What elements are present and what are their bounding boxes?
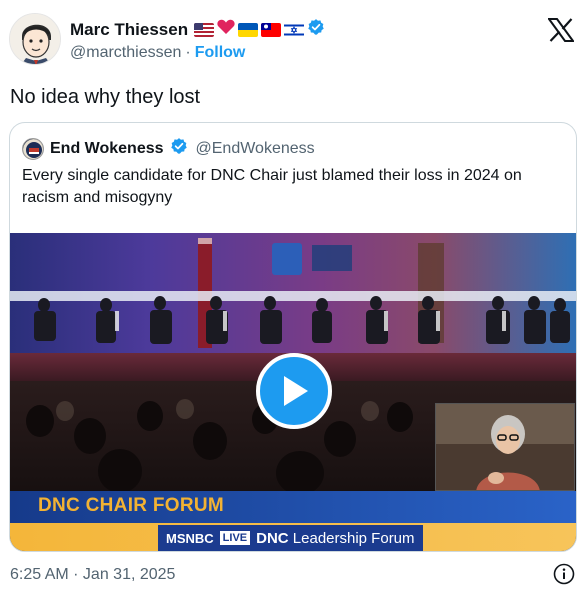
quoted-author-handle[interactable]: @EndWokeness — [196, 140, 315, 158]
us-flag-icon — [194, 22, 215, 37]
network-logo: MSNBC — [166, 530, 214, 546]
author-display-name[interactable]: Marc Thiessen — [70, 20, 188, 40]
quoted-tweet[interactable]: End Wokeness @EndWokeness Every single c… — [9, 122, 577, 552]
israel-flag-icon — [284, 22, 305, 37]
quoted-author-display-name[interactable]: End Wokeness — [50, 140, 164, 158]
verified-badge-icon — [307, 18, 325, 41]
ticker-bold-text: DNC — [256, 529, 289, 547]
play-button[interactable] — [256, 353, 332, 429]
author-handle[interactable]: @marcthiessen — [70, 44, 181, 62]
video-banner-title: DNC CHAIR FORUM — [38, 495, 225, 516]
info-icon[interactable] — [553, 563, 575, 585]
tweet-header: Marc Thiessen @marcthiessen · Follow — [0, 0, 587, 72]
ticker-rest-text: Leadership Forum — [288, 529, 415, 547]
author-avatar[interactable] — [9, 13, 61, 65]
separator-dot: · — [185, 44, 191, 61]
tweet-timestamp[interactable]: 6:25 AM · Jan 31, 2025 — [10, 566, 175, 584]
tweet-text: No idea why they lost — [10, 86, 201, 108]
video-player[interactable]: DNC CHAIR FORUM MSNBC LIVE DNC Leadershi… — [10, 233, 576, 551]
quoted-author-avatar[interactable] — [22, 137, 44, 160]
quoted-tweet-text: Every single candidate for DNC Chair jus… — [22, 167, 522, 206]
quoted-tweet-header: End Wokeness @EndWokeness — [22, 137, 315, 160]
red-heart-icon — [217, 19, 235, 40]
play-icon — [284, 376, 308, 406]
picture-in-picture-video — [435, 403, 575, 491]
x-logo-icon[interactable] — [547, 18, 575, 42]
author-handle-row: @marcthiessen · Follow — [70, 44, 245, 62]
ticker-text: DNC Leadership Forum — [256, 530, 414, 547]
taiwan-flag-icon — [261, 22, 282, 37]
ukraine-flag-icon — [238, 22, 259, 37]
author-badges — [194, 18, 325, 41]
live-badge: LIVE — [219, 531, 251, 545]
follow-button[interactable]: Follow — [195, 44, 246, 62]
quoted-verified-badge-icon — [170, 137, 188, 160]
ticker-label: MSNBC LIVE DNC Leadership Forum — [158, 525, 423, 551]
author-name-row: Marc Thiessen — [70, 18, 325, 41]
